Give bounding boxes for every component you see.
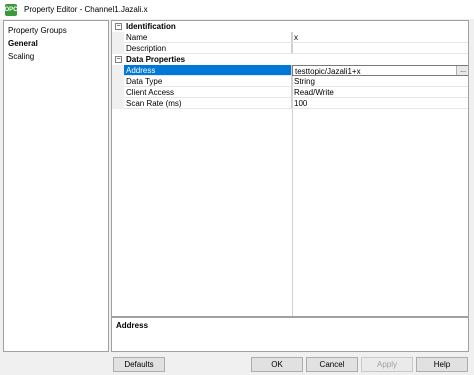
row-gutter	[112, 32, 124, 43]
property-name: Description	[124, 43, 292, 54]
collapse-toggle-icon[interactable]: −	[115, 23, 122, 30]
property-row-address[interactable]: Address testtopic/Jazali1+x ...	[112, 65, 468, 76]
property-row-data-type[interactable]: Data Type String	[112, 76, 468, 87]
address-value[interactable]: testtopic/Jazali1+x	[295, 67, 361, 75]
property-value[interactable]: x	[292, 32, 468, 43]
category-data-properties[interactable]: − Data Properties	[112, 54, 468, 65]
help-button[interactable]: Help	[416, 357, 468, 372]
group-item-general[interactable]: General	[4, 37, 108, 50]
row-gutter	[112, 87, 124, 98]
property-row-scan-rate[interactable]: Scan Rate (ms) 100	[112, 98, 468, 109]
property-value[interactable]: String	[292, 76, 468, 87]
category-label: Identification	[126, 22, 176, 31]
cancel-button[interactable]: Cancel	[306, 357, 358, 372]
property-grid: − Identification Name x Description − Da…	[111, 20, 469, 317]
property-name: Address	[124, 65, 292, 76]
property-groups-panel: Property Groups General Scaling	[3, 20, 109, 352]
title-bar: OPC Property Editor - Channel1.Jazali.x	[0, 0, 474, 19]
window-title: Property Editor - Channel1.Jazali.x	[24, 5, 148, 14]
property-row-name[interactable]: Name x	[112, 32, 468, 43]
property-name: Scan Rate (ms)	[124, 98, 292, 109]
collapse-toggle-icon[interactable]: −	[115, 56, 122, 63]
category-label: Data Properties	[126, 55, 186, 64]
property-name: Data Type	[124, 76, 292, 87]
property-value[interactable]	[292, 43, 468, 54]
app-icon: OPC	[5, 3, 18, 16]
property-name: Name	[124, 32, 292, 43]
row-gutter	[112, 43, 124, 54]
row-gutter	[112, 98, 124, 109]
group-item-scaling[interactable]: Scaling	[4, 50, 108, 63]
property-value[interactable]: 100	[292, 98, 468, 109]
property-value[interactable]: Read/Write	[292, 87, 468, 98]
category-identification[interactable]: − Identification	[112, 21, 468, 32]
description-title: Address	[116, 321, 149, 330]
property-name: Client Access	[124, 87, 292, 98]
row-gutter	[112, 76, 124, 87]
property-groups-header: Property Groups	[8, 26, 67, 35]
property-row-description[interactable]: Description	[112, 43, 468, 54]
apply-button[interactable]: Apply	[361, 357, 413, 372]
browse-button[interactable]: ...	[456, 66, 468, 75]
description-panel: Address	[111, 317, 469, 352]
address-input[interactable]: testtopic/Jazali1+x ...	[292, 65, 468, 76]
row-gutter	[112, 65, 124, 76]
property-row-client-access[interactable]: Client Access Read/Write	[112, 87, 468, 98]
ok-button[interactable]: OK	[251, 357, 303, 372]
defaults-button[interactable]: Defaults	[113, 357, 165, 372]
